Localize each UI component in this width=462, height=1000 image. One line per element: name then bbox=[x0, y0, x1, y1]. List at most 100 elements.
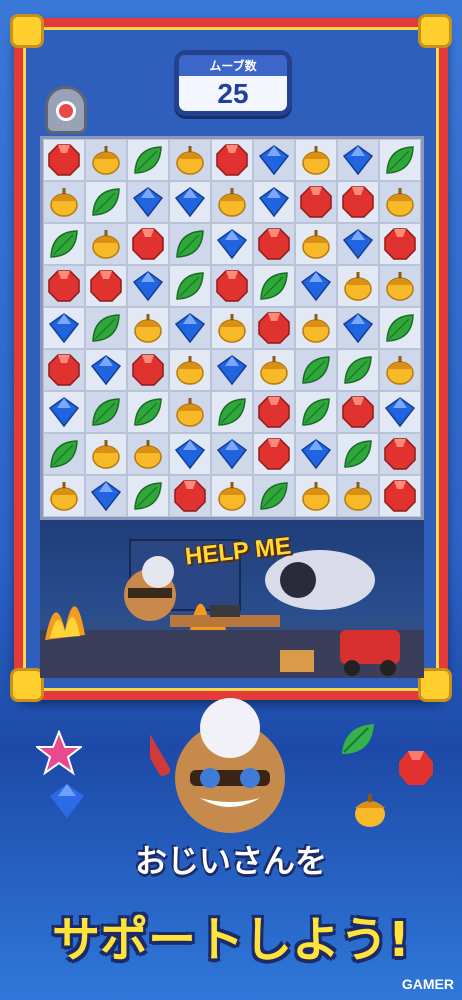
board-cell[interactable] bbox=[253, 307, 295, 349]
acorn-icon[interactable] bbox=[300, 144, 332, 176]
board-cell[interactable] bbox=[169, 475, 211, 517]
board-cell[interactable] bbox=[379, 475, 421, 517]
acorn-icon[interactable] bbox=[300, 480, 332, 512]
board-cell[interactable] bbox=[85, 349, 127, 391]
blue-diamond-icon[interactable] bbox=[216, 228, 248, 260]
red-gem-icon[interactable] bbox=[216, 144, 248, 176]
blue-diamond-icon[interactable] bbox=[300, 438, 332, 470]
acorn-icon[interactable] bbox=[48, 186, 80, 218]
board-cell[interactable] bbox=[253, 433, 295, 475]
board-cell[interactable] bbox=[127, 307, 169, 349]
blue-diamond-icon[interactable] bbox=[342, 312, 374, 344]
board-cell[interactable] bbox=[85, 475, 127, 517]
board-cell[interactable] bbox=[295, 307, 337, 349]
board-cell[interactable] bbox=[295, 433, 337, 475]
board-cell[interactable] bbox=[169, 307, 211, 349]
board-cell[interactable] bbox=[379, 391, 421, 433]
acorn-icon[interactable] bbox=[90, 228, 122, 260]
acorn-icon[interactable] bbox=[90, 438, 122, 470]
leaf-icon[interactable] bbox=[384, 144, 416, 176]
acorn-icon[interactable] bbox=[300, 228, 332, 260]
board-cell[interactable] bbox=[253, 181, 295, 223]
board-cell[interactable] bbox=[127, 223, 169, 265]
board-cell[interactable] bbox=[169, 181, 211, 223]
red-gem-icon[interactable] bbox=[132, 354, 164, 386]
acorn-icon[interactable] bbox=[90, 144, 122, 176]
board-cell[interactable] bbox=[43, 475, 85, 517]
board-cell[interactable] bbox=[337, 475, 379, 517]
blue-diamond-icon[interactable] bbox=[342, 144, 374, 176]
board-cell[interactable] bbox=[295, 391, 337, 433]
board-cell[interactable] bbox=[127, 139, 169, 181]
leaf-icon[interactable] bbox=[90, 312, 122, 344]
red-gem-icon[interactable] bbox=[300, 186, 332, 218]
blue-diamond-icon[interactable] bbox=[90, 354, 122, 386]
acorn-icon[interactable] bbox=[258, 354, 290, 386]
board-cell[interactable] bbox=[379, 307, 421, 349]
board-cell[interactable] bbox=[169, 265, 211, 307]
red-gem-icon[interactable] bbox=[258, 312, 290, 344]
board-cell[interactable] bbox=[253, 391, 295, 433]
board-cell[interactable] bbox=[85, 391, 127, 433]
puzzle-board[interactable] bbox=[40, 136, 424, 520]
board-cell[interactable] bbox=[211, 139, 253, 181]
board-cell[interactable] bbox=[127, 181, 169, 223]
board-cell[interactable] bbox=[85, 223, 127, 265]
board-cell[interactable] bbox=[169, 139, 211, 181]
board-cell[interactable] bbox=[253, 265, 295, 307]
blue-diamond-icon[interactable] bbox=[216, 438, 248, 470]
board-cell[interactable] bbox=[379, 433, 421, 475]
acorn-icon[interactable] bbox=[216, 312, 248, 344]
acorn-icon[interactable] bbox=[174, 354, 206, 386]
board-cell[interactable] bbox=[211, 349, 253, 391]
leaf-icon[interactable] bbox=[300, 354, 332, 386]
board-cell[interactable] bbox=[127, 433, 169, 475]
blue-diamond-icon[interactable] bbox=[258, 144, 290, 176]
acorn-icon[interactable] bbox=[300, 312, 332, 344]
board-cell[interactable] bbox=[43, 139, 85, 181]
board-cell[interactable] bbox=[211, 307, 253, 349]
board-cell[interactable] bbox=[337, 307, 379, 349]
red-gem-icon[interactable] bbox=[48, 354, 80, 386]
red-gem-icon[interactable] bbox=[258, 228, 290, 260]
acorn-icon[interactable] bbox=[384, 186, 416, 218]
red-gem-icon[interactable] bbox=[258, 438, 290, 470]
board-cell[interactable] bbox=[337, 433, 379, 475]
acorn-icon[interactable] bbox=[384, 270, 416, 302]
blue-diamond-icon[interactable] bbox=[216, 354, 248, 386]
board-cell[interactable] bbox=[169, 433, 211, 475]
board-cell[interactable] bbox=[295, 223, 337, 265]
board-cell[interactable] bbox=[211, 433, 253, 475]
acorn-icon[interactable] bbox=[384, 354, 416, 386]
red-gem-icon[interactable] bbox=[384, 480, 416, 512]
board-cell[interactable] bbox=[211, 181, 253, 223]
acorn-icon[interactable] bbox=[216, 480, 248, 512]
board-cell[interactable] bbox=[295, 349, 337, 391]
board-cell[interactable] bbox=[253, 349, 295, 391]
board-cell[interactable] bbox=[379, 223, 421, 265]
board-cell[interactable] bbox=[127, 349, 169, 391]
board-cell[interactable] bbox=[379, 349, 421, 391]
red-gem-icon[interactable] bbox=[48, 270, 80, 302]
leaf-icon[interactable] bbox=[342, 438, 374, 470]
red-gem-icon[interactable] bbox=[174, 480, 206, 512]
leaf-icon[interactable] bbox=[132, 144, 164, 176]
board-cell[interactable] bbox=[379, 265, 421, 307]
leaf-icon[interactable] bbox=[48, 438, 80, 470]
red-gem-icon[interactable] bbox=[90, 270, 122, 302]
leaf-icon[interactable] bbox=[174, 228, 206, 260]
board-cell[interactable] bbox=[253, 475, 295, 517]
board-cell[interactable] bbox=[43, 223, 85, 265]
board-cell[interactable] bbox=[253, 223, 295, 265]
board-cell[interactable] bbox=[211, 265, 253, 307]
blue-diamond-icon[interactable] bbox=[300, 270, 332, 302]
acorn-icon[interactable] bbox=[342, 480, 374, 512]
leaf-icon[interactable] bbox=[174, 270, 206, 302]
board-cell[interactable] bbox=[211, 223, 253, 265]
board-cell[interactable] bbox=[85, 265, 127, 307]
leaf-icon[interactable] bbox=[132, 396, 164, 428]
board-cell[interactable] bbox=[337, 139, 379, 181]
leaf-icon[interactable] bbox=[90, 396, 122, 428]
leaf-icon[interactable] bbox=[216, 396, 248, 428]
board-cell[interactable] bbox=[85, 307, 127, 349]
